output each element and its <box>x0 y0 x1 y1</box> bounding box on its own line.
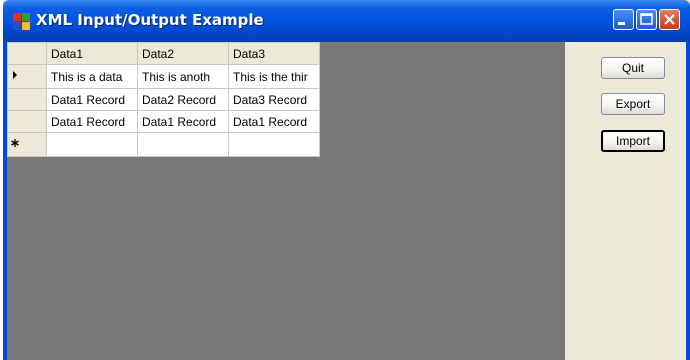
client-area: Data1 Data2 Data3 This is a data This is… <box>7 42 686 360</box>
maximize-button[interactable] <box>636 9 657 30</box>
new-row <box>7 132 320 157</box>
grid-cell[interactable]: Data3 Record <box>228 88 320 111</box>
column-header-data2[interactable]: Data2 <box>137 42 229 65</box>
new-row-asterisk-icon <box>11 139 19 147</box>
close-button[interactable] <box>659 9 680 30</box>
row-header[interactable] <box>7 88 47 111</box>
row-header[interactable] <box>7 110 47 133</box>
header-row: Data1 Data2 Data3 <box>7 42 320 65</box>
grid-cell[interactable]: This is a data <box>46 64 138 89</box>
grid-cell[interactable] <box>137 132 229 157</box>
grid-cell[interactable]: Data1 Record <box>46 88 138 111</box>
app-window: XML Input/Output Example Data1 Data2 Dat… <box>3 0 690 360</box>
grid-cell[interactable]: This is the thir <box>228 64 320 89</box>
app-icon <box>13 13 30 30</box>
grid-cell[interactable] <box>228 132 320 157</box>
window-title: XML Input/Output Example <box>36 11 264 29</box>
table-row: This is a data This is anoth This is the… <box>7 64 320 89</box>
row-header[interactable] <box>7 132 47 157</box>
minimize-button[interactable] <box>613 9 634 30</box>
grid-cell[interactable] <box>46 132 138 157</box>
import-button[interactable]: Import <box>601 130 665 152</box>
data-grid-area[interactable]: Data1 Data2 Data3 This is a data This is… <box>7 42 565 360</box>
grid-cell[interactable]: Data1 Record <box>228 110 320 133</box>
grid-corner[interactable] <box>7 42 47 65</box>
row-header[interactable] <box>7 64 47 89</box>
window-border-right <box>686 42 690 360</box>
window-border-left <box>3 42 7 360</box>
table-row: Data1 Record Data1 Record Data1 Record <box>7 110 320 133</box>
maximize-icon <box>640 13 653 25</box>
title-bar[interactable]: XML Input/Output Example <box>3 0 690 42</box>
column-header-data1[interactable]: Data1 <box>46 42 138 65</box>
table-row: Data1 Record Data2 Record Data3 Record <box>7 88 320 111</box>
current-row-arrow-icon <box>13 71 17 79</box>
minimize-icon <box>618 22 625 25</box>
grid-cell[interactable]: Data2 Record <box>137 88 229 111</box>
column-header-data3[interactable]: Data3 <box>228 42 320 65</box>
export-button[interactable]: Export <box>601 93 665 115</box>
close-icon <box>664 14 675 25</box>
data-grid[interactable]: Data1 Data2 Data3 This is a data This is… <box>7 42 320 157</box>
quit-button[interactable]: Quit <box>601 57 665 79</box>
grid-cell[interactable]: Data1 Record <box>46 110 138 133</box>
grid-cell[interactable]: Data1 Record <box>137 110 229 133</box>
grid-cell[interactable]: This is anoth <box>137 64 229 89</box>
